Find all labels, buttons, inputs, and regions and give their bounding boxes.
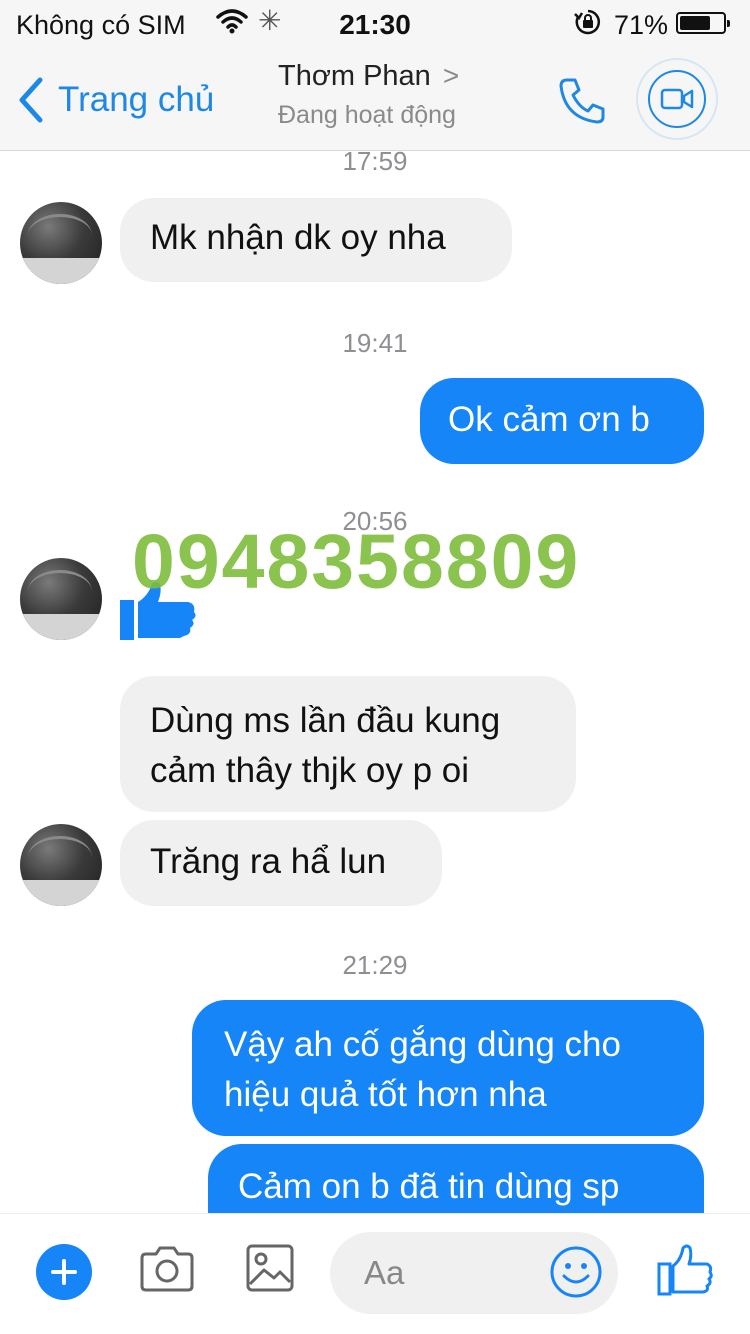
emoji-button[interactable] [548,1244,604,1305]
avatar-hair [28,570,92,613]
message-text: Mk nhận dk oy nha [150,218,446,257]
video-call-ring [648,70,706,128]
image-icon [246,1244,294,1292]
message-text: Trăng ra hẩ lun [150,842,387,881]
phone-number-watermark: 0948358809 [132,519,581,605]
chevron-right-icon: > [442,60,460,91]
avatar-hair [28,836,92,879]
message-text-line: cảm thây thjk oy p oi [150,751,470,790]
camera-button[interactable] [138,1244,196,1299]
avatar[interactable] [20,558,102,640]
gallery-button[interactable] [244,1242,296,1299]
message-text-line: Vậy ah cố gắng dùng cho [224,1025,621,1064]
avatar[interactable] [20,202,102,284]
conversation-header: Trang chủ Thơm Phan > Đang hoạt động [0,50,750,151]
message-composer [0,1213,750,1334]
avatar[interactable] [20,824,102,906]
message-text: Cảm on b đã tin dùng sp [238,1167,620,1206]
like-button[interactable] [655,1242,715,1303]
avatar-band [20,614,102,640]
incoming-message[interactable]: Dùng ms lần đầu kung cảm thây thjk oy p … [120,676,576,812]
thumbs-up-icon [657,1244,713,1296]
back-label: Trang chủ [58,80,215,119]
outgoing-message[interactable]: Ok cảm ơn b [420,378,704,464]
timestamp: 19:41 [342,328,408,358]
smiley-icon [550,1246,602,1298]
video-call-button[interactable] [636,58,718,140]
timestamp: 17:59 [342,146,408,176]
contact-info[interactable]: Thơm Phan > Đang hoạt động [278,60,459,130]
contact-status: Đang hoạt động [278,101,456,129]
orientation-lock-icon [574,8,602,43]
contact-name: Thơm Phan [278,60,431,92]
status-bar: Không có SIM ✳ 21:30 71% [0,0,750,50]
plus-icon [51,1259,77,1285]
chevron-left-icon [19,77,43,123]
battery-percentage: 71% [614,10,669,40]
video-camera-icon [660,88,694,110]
battery-icon [676,12,730,34]
incoming-message[interactable]: Trăng ra hẩ lun [120,820,442,906]
avatar-band [20,258,102,284]
camera-icon [140,1246,194,1292]
message-text-line: hiệu quả tốt hơn nha [224,1075,547,1114]
call-button[interactable] [555,74,609,128]
message-text-line: Dùng ms lần đầu kung [150,701,501,740]
back-button[interactable]: Trang chủ [16,76,214,124]
avatar-hair [28,214,92,257]
more-actions-button[interactable] [36,1244,92,1300]
avatar-band [20,880,102,906]
battery-nub [727,20,730,27]
outgoing-message[interactable]: Vậy ah cố gắng dùng cho hiệu quả tốt hơn… [192,1000,704,1136]
message-text: Ok cảm ơn b [448,400,650,439]
battery-fill [680,16,710,30]
timestamp: 21:29 [342,950,408,980]
phone-icon [559,78,605,124]
incoming-message[interactable]: Mk nhận dk oy nha [120,198,512,282]
